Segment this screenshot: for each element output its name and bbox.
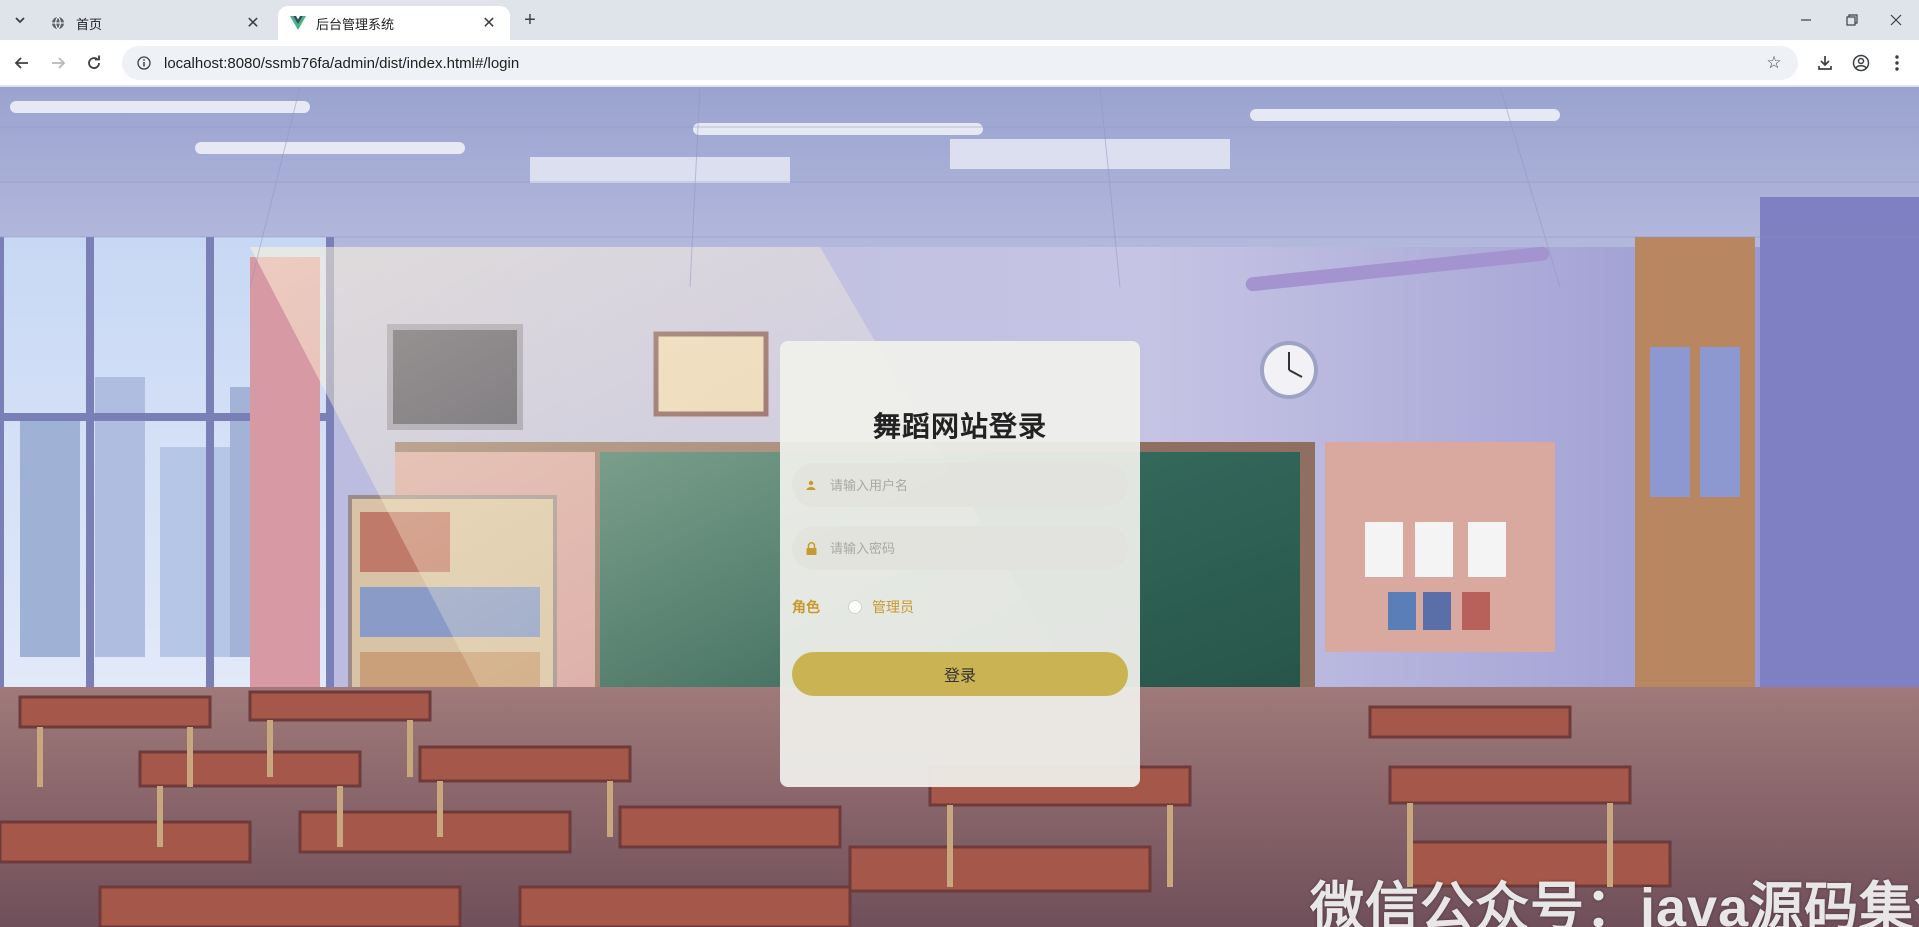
role-option-admin[interactable]: 管理员: [872, 597, 914, 617]
browser-menu-button[interactable]: [1884, 50, 1910, 76]
profile-button[interactable]: [1848, 50, 1874, 76]
username-input[interactable]: [830, 477, 1116, 493]
vue-logo-icon: [290, 15, 306, 31]
page-viewport: 舞蹈网站登录 角色 管理员 登录 微信公众号：java源码集合: [0, 87, 1919, 927]
downloads-button[interactable]: [1812, 50, 1838, 76]
username-field[interactable]: [792, 463, 1128, 507]
account-circle-icon: [1852, 54, 1870, 72]
close-tab-icon[interactable]: ✕: [244, 14, 262, 32]
restore-icon: [1846, 14, 1858, 26]
reload-icon: [88, 55, 100, 69]
tab-home[interactable]: 首页 ✕: [38, 6, 274, 40]
close-tab-icon[interactable]: ✕: [480, 14, 498, 32]
tab-search-menu-button[interactable]: [8, 8, 32, 32]
login-button[interactable]: 登录: [792, 652, 1128, 696]
arrow-left-icon: [14, 57, 28, 69]
user-icon: [804, 478, 818, 492]
browser-tab-bar: 首页 ✕ 后台管理系统 ✕ +: [0, 0, 1919, 40]
watermark-text: 微信公众号：java源码集合: [1310, 878, 1919, 927]
globe-icon: [50, 15, 66, 31]
tab-admin[interactable]: 后台管理系统 ✕: [278, 6, 510, 40]
arrow-right-icon: [52, 57, 66, 69]
role-radio-admin[interactable]: [848, 600, 862, 614]
password-field[interactable]: [792, 526, 1128, 570]
login-card: 舞蹈网站登录 角色 管理员 登录: [780, 341, 1140, 787]
role-label: 角色: [792, 599, 820, 615]
role-selector: 角色 管理员: [792, 597, 1128, 617]
close-window-button[interactable]: [1873, 0, 1919, 40]
bookmark-star-icon[interactable]: ☆: [1764, 53, 1784, 73]
tab-title: 首页: [76, 16, 103, 32]
restore-button[interactable]: [1829, 0, 1875, 40]
back-button[interactable]: [8, 49, 36, 77]
lock-icon: [804, 541, 818, 555]
forward-button[interactable]: [44, 49, 72, 77]
browser-toolbar: localhost:8080/ssmb76fa/admin/dist/index…: [0, 40, 1919, 86]
tab-title: 后台管理系统: [316, 16, 395, 32]
more-vert-icon: [1895, 55, 1899, 71]
minimize-icon: [1801, 19, 1811, 21]
minimize-button[interactable]: [1783, 0, 1829, 40]
new-tab-button[interactable]: +: [518, 8, 542, 32]
address-bar[interactable]: localhost:8080/ssmb76fa/admin/dist/index…: [122, 46, 1798, 80]
login-title: 舞蹈网站登录: [872, 411, 1047, 442]
chevron-down-icon: [15, 17, 25, 24]
url-text[interactable]: localhost:8080/ssmb76fa/admin/dist/index…: [164, 55, 1764, 72]
close-icon: [1890, 14, 1902, 26]
download-icon: [1818, 56, 1832, 70]
site-info-icon[interactable]: [136, 55, 152, 71]
reload-button[interactable]: [80, 49, 108, 77]
password-input[interactable]: [830, 540, 1116, 556]
